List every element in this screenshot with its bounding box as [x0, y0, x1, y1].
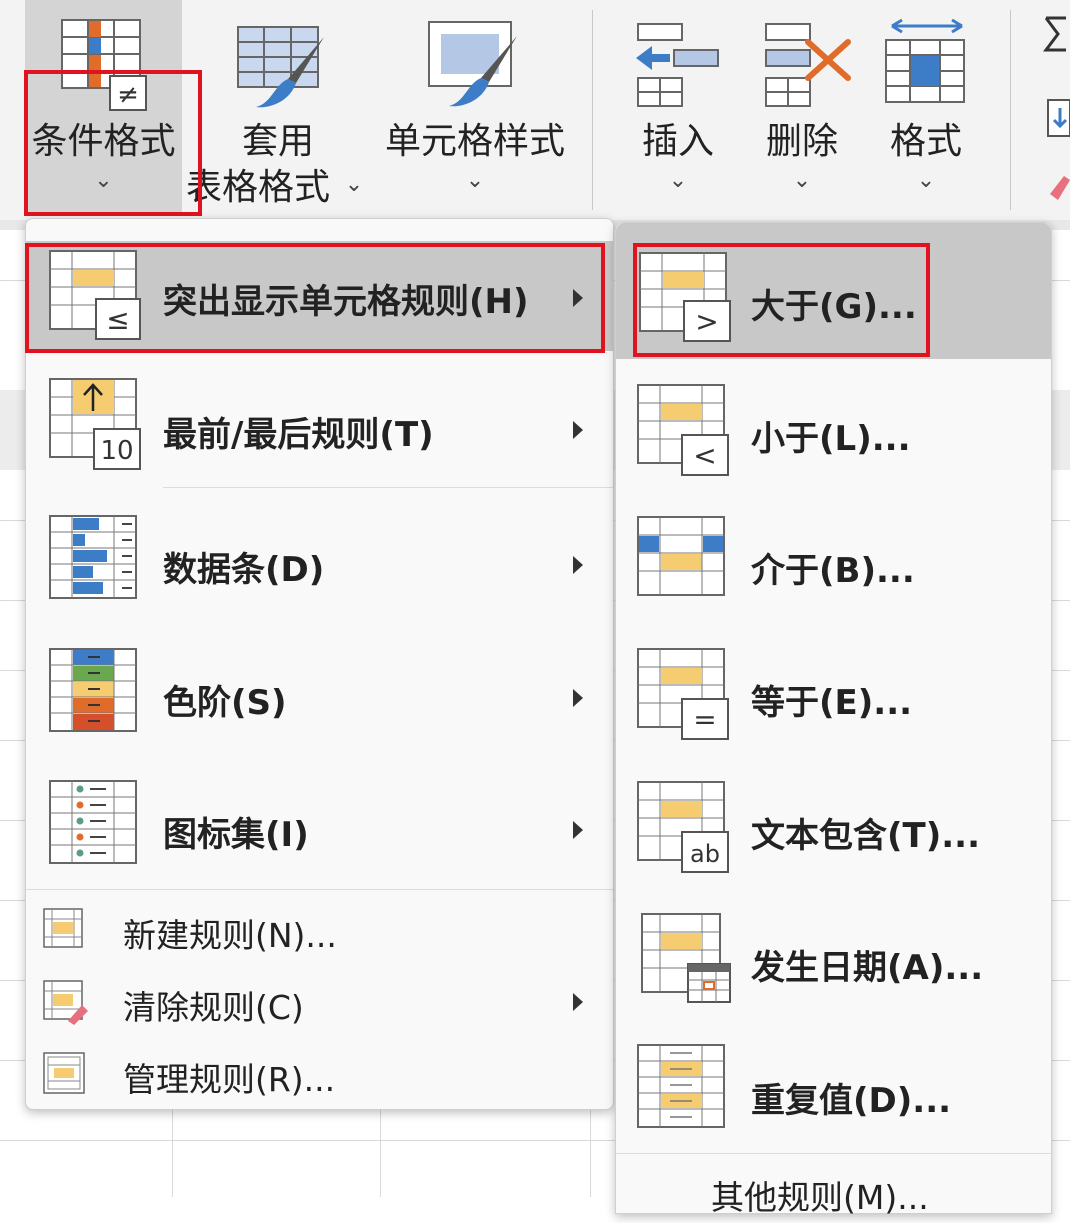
- submenu-item-label: 介于(B)...: [751, 551, 915, 591]
- cell-styles-button[interactable]: 单元格样式 ⌄: [375, 0, 575, 215]
- format-cells-icon: [885, 18, 965, 103]
- ab-glyph: ab: [690, 840, 720, 868]
- icon-sets-icon: [49, 780, 137, 864]
- submenu-item-equal-to[interactable]: = 等于(E)...: [616, 635, 1051, 755]
- submenu-arrow-icon: [573, 556, 583, 574]
- ribbon-toolbar: ≠ 条件格式 ⌄ 套用 表格格式 ⌄ 单元格样式 ⌄ 插入 ⌄ 删除 ⌄ 格式 …: [0, 0, 1070, 220]
- menu-item-label: 管理规则(R)...: [123, 1060, 336, 1099]
- format-as-table-icon: [237, 26, 324, 108]
- chevron-down-icon: ⌄: [792, 168, 812, 193]
- chevron-down-icon: ⌄: [465, 168, 485, 193]
- submenu-item-label: 小于(L)...: [751, 419, 911, 459]
- conditional-format-menu: ≤ 突出显示单元格规则(H) 10 最前/最后规则(T) 数据条(D) 色阶(S…: [25, 218, 614, 1110]
- submenu-arrow-icon: [573, 421, 583, 439]
- format-as-table-label-line1: 套用: [241, 121, 314, 162]
- chevron-down-icon: ⌄: [916, 168, 936, 193]
- autosum-icon[interactable]: [1042, 14, 1070, 204]
- insert-cells-icon: [636, 23, 719, 107]
- top-bottom-rules-icon: 10: [49, 378, 141, 470]
- submenu-item-label: 发生日期(A)...: [751, 948, 984, 988]
- submenu-item-greater-than[interactable]: > 大于(G)...: [616, 223, 1051, 359]
- chevron-down-icon: ⌄: [668, 168, 688, 193]
- delete-button[interactable]: 删除 ⌄: [742, 0, 862, 215]
- not-equal-glyph: ≠: [117, 80, 139, 110]
- menu-item-label: 图标集(I): [163, 815, 309, 855]
- submenu-item-label: 重复值(D)...: [751, 1081, 952, 1121]
- menu-item-data-bars[interactable]: 数据条(D): [26, 504, 613, 624]
- submenu-arrow-icon: [573, 289, 583, 307]
- menu-item-clear-rules[interactable]: 清除规则(C): [26, 971, 613, 1033]
- conditional-format-button[interactable]: ≠ 条件格式 ⌄: [25, 0, 182, 215]
- submenu-item-label: 文本包含(T)...: [751, 816, 981, 856]
- menu-item-color-scales[interactable]: 色阶(S): [26, 637, 613, 757]
- highlight-rules-submenu: > 大于(G)... < 小于(L)... 介于(B)... = 等于(E)..…: [615, 222, 1052, 1217]
- chevron-down-icon: ⌄: [94, 168, 113, 193]
- submenu-item-label: 等于(E)...: [751, 683, 913, 723]
- text-contains-icon: ab: [637, 781, 729, 873]
- delete-label: 删除: [765, 121, 838, 162]
- menu-item-label: 新建规则(N)...: [123, 916, 337, 955]
- conditional-format-icon: ≠: [61, 19, 147, 111]
- less-than-icon: <: [637, 384, 729, 476]
- top-ten-glyph: 10: [100, 436, 133, 466]
- equal-to-icon: =: [637, 648, 729, 740]
- data-bars-icon: [49, 515, 137, 599]
- submenu-arrow-icon: [573, 689, 583, 707]
- menu-item-manage-rules[interactable]: 管理规则(R)...: [26, 1043, 613, 1105]
- submenu-item-between[interactable]: 介于(B)...: [616, 503, 1051, 623]
- menu-item-label: 最前/最后规则(T): [163, 415, 434, 455]
- ribbon-separator: [592, 10, 593, 210]
- submenu-item-more-rules[interactable]: 其他规则(M)...: [616, 1163, 1051, 1223]
- submenu-item-label: 其他规则(M)...: [711, 1178, 929, 1217]
- menu-item-label: 色阶(S): [163, 683, 287, 723]
- insert-button[interactable]: 插入 ⌄: [618, 0, 738, 215]
- less-than-glyph: <: [693, 439, 716, 472]
- menu-item-top-bottom-rules[interactable]: 10 最前/最后规则(T): [26, 367, 613, 487]
- clear-rules-icon: [43, 980, 88, 1025]
- menu-separator: [616, 1153, 1051, 1154]
- greater-than-glyph: >: [695, 305, 718, 338]
- cell-styles-icon: [428, 21, 517, 107]
- menu-item-new-rule[interactable]: 新建规则(N)...: [26, 899, 613, 961]
- insert-label: 插入: [641, 121, 714, 162]
- greater-than-icon: >: [639, 252, 731, 342]
- manage-rules-icon: [43, 1052, 85, 1094]
- submenu-item-date-occurring[interactable]: 发生日期(A)...: [616, 900, 1051, 1020]
- between-icon: [637, 516, 725, 596]
- new-rule-icon: [43, 908, 83, 948]
- color-scales-icon: [49, 648, 137, 732]
- menu-separator: [163, 487, 613, 488]
- highlight-cells-rules-icon: ≤: [49, 250, 141, 340]
- date-occurring-icon: [641, 913, 731, 1003]
- le-glyph: ≤: [106, 303, 129, 336]
- conditional-format-label: 条件格式: [31, 121, 176, 162]
- chevron-down-icon: ⌄: [344, 172, 364, 197]
- menu-separator: [26, 889, 613, 890]
- cell-styles-label: 单元格样式: [384, 121, 565, 162]
- format-as-table-label-line2: 表格格式: [185, 167, 330, 208]
- submenu-item-duplicate-values[interactable]: 重复值(D)...: [616, 1033, 1051, 1153]
- menu-item-highlight-cells-rules[interactable]: ≤ 突出显示单元格规则(H): [26, 241, 613, 351]
- menu-item-label: 清除规则(C): [123, 988, 304, 1027]
- menu-item-label: 突出显示单元格规则(H): [163, 282, 529, 322]
- ribbon-separator: [1010, 10, 1011, 210]
- format-button[interactable]: 格式 ⌄: [866, 0, 986, 215]
- submenu-item-label: 大于(G)...: [751, 287, 917, 327]
- menu-item-icon-sets[interactable]: 图标集(I): [26, 769, 613, 889]
- format-label: 格式: [889, 121, 962, 162]
- submenu-item-less-than[interactable]: < 小于(L)...: [616, 371, 1051, 491]
- submenu-item-text-contains[interactable]: ab 文本包含(T)...: [616, 768, 1051, 888]
- submenu-arrow-icon: [573, 821, 583, 839]
- duplicate-values-icon: [637, 1044, 725, 1128]
- menu-item-label: 数据条(D): [163, 550, 325, 590]
- equal-glyph: =: [693, 703, 716, 736]
- submenu-arrow-icon: [573, 993, 583, 1011]
- format-as-table-button[interactable]: 套用 表格格式 ⌄: [186, 0, 368, 215]
- delete-cells-icon: [765, 23, 851, 107]
